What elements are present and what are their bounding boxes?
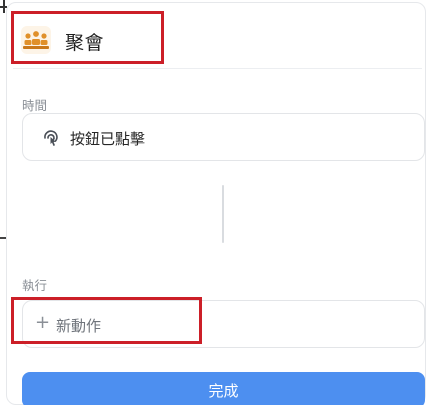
trigger-label: 按鈕已點擊 xyxy=(70,130,146,148)
trigger-card[interactable]: 按鈕已點擊 xyxy=(22,113,425,161)
group-meeting-icon[interactable] xyxy=(21,26,51,54)
tap-gesture-icon xyxy=(44,130,58,146)
screen: 聚會 時間 按鈕已點擊 執行 + 新動作 完成 xyxy=(0,0,427,405)
new-action-card[interactable]: + 新動作 xyxy=(22,300,425,348)
automation-panel: 聚會 時間 按鈕已點擊 執行 + 新動作 完成 xyxy=(6,2,426,405)
new-action-label: 新動作 xyxy=(56,317,102,335)
flow-connector-line xyxy=(222,185,224,243)
done-button[interactable]: 完成 xyxy=(22,372,425,405)
page-title[interactable]: 聚會 xyxy=(65,28,104,55)
run-section-label: 執行 xyxy=(22,278,48,293)
time-section-label: 時間 xyxy=(22,98,48,113)
plus-icon: + xyxy=(35,312,51,333)
